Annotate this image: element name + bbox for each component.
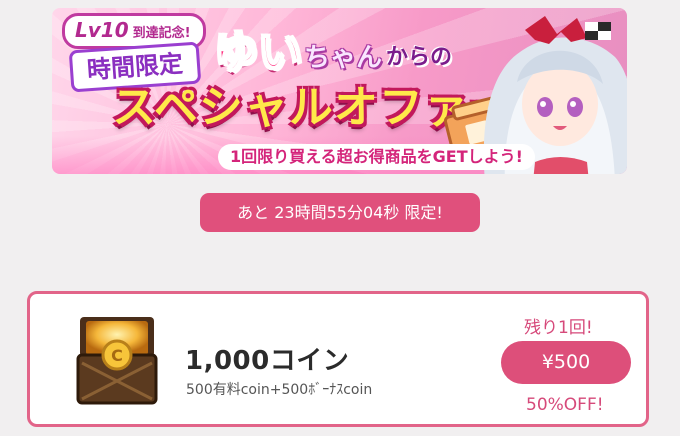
offer-title: 1,000コイン	[185, 346, 350, 376]
offer-card: C 1,000コイン 500有料coin+500ﾎﾞｰﾅｽcoin 残り1回! …	[27, 291, 649, 427]
discount-label: 50%OFF!	[526, 395, 604, 415]
character-suffix: ちゃん	[304, 43, 383, 73]
level-badge-label: Lv10	[75, 18, 129, 42]
countdown-timer: あと 23時間55分04秒 限定!	[200, 193, 480, 232]
offer-description: 500有料coin+500ﾎﾞｰﾅｽcoin	[186, 382, 373, 398]
coin-chest-icon: C	[76, 317, 158, 405]
from-label: からの	[386, 45, 453, 70]
svg-text:C: C	[111, 346, 123, 365]
purchase-button[interactable]: ¥500	[501, 341, 631, 384]
character-name: ゆい	[213, 27, 303, 79]
banner-tagline: 1回限り買える超お得商品をGETしよう!	[218, 144, 535, 170]
special-offer-banner[interactable]: Lv10 到達記念! 時間限定 ゆい ちゃん からの スペシャルオファー 1回限…	[52, 8, 627, 174]
remaining-count: 残り1回!	[524, 318, 593, 338]
banner-name-row: ゆい ちゃん からの	[213, 27, 453, 79]
